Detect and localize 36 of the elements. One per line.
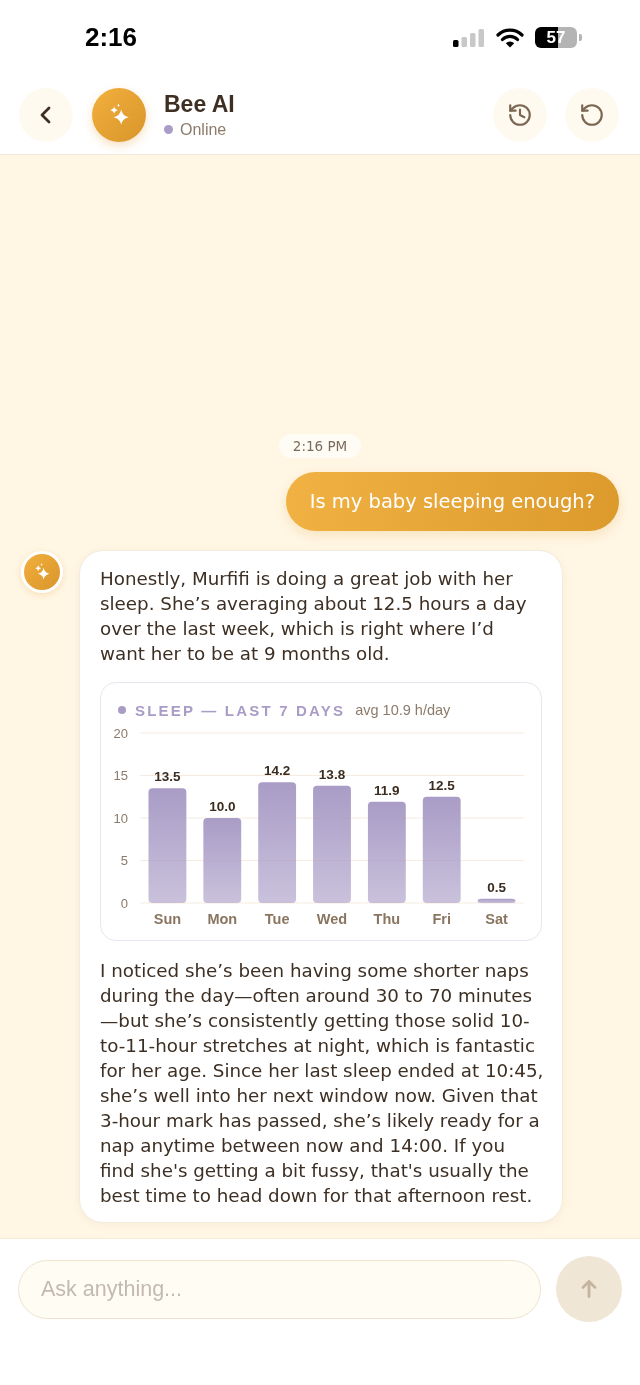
value-label: 13.5 xyxy=(154,769,181,785)
bar xyxy=(477,898,516,903)
signal-icon xyxy=(453,28,485,47)
y-tick-label: 10 xyxy=(113,810,128,826)
value-label: 12.5 xyxy=(428,777,455,793)
x-axis-label: Mon xyxy=(207,911,238,927)
online-status: Online xyxy=(180,120,227,139)
wifi-icon xyxy=(496,27,524,48)
chart-title: SLEEP — LAST 7 DAYS xyxy=(135,701,346,719)
message-text: I noticed she’s been having some shorter naps during the day—often around 30 to 70 minutes—but she’s consistently getting those solid 10-to-11-hour stretches at night, which is fantastic for her age. Since her last sleep ended at 10:45, she’s well into her next window now. Given that 3-hour mark has passed, she’s likely ready for a nap anytime between now and 14:00. If you find she's getting a bit fussy, that's usually the best time to head down for that afternoon rest. xyxy=(100,959,544,1208)
user-message-bubble: Is my baby sleeping enough? xyxy=(285,472,619,531)
refresh-icon xyxy=(579,101,605,128)
chat-title: Bee AI xyxy=(164,90,235,118)
status-dot-icon xyxy=(164,125,173,134)
y-tick-label: 0 xyxy=(120,895,128,911)
timestamp: 2:16 PM xyxy=(278,434,362,458)
value-label: 11.9 xyxy=(374,782,400,798)
y-tick-label: 15 xyxy=(113,768,128,783)
value-label: 14.2 xyxy=(264,763,291,779)
message-text: Honestly, Murfifi is doing a great job with her sleep. She’s averaging about 12.5 hours a day over the last week, which is right where I’d want her to be at 9 months old. xyxy=(100,567,528,666)
history-icon xyxy=(507,101,533,128)
x-axis-label: Sun xyxy=(153,911,182,927)
legend-dot-icon xyxy=(118,706,126,714)
status-time: 2:16 xyxy=(85,22,138,53)
value-label: 13.8 xyxy=(318,766,346,782)
y-tick-label: 5 xyxy=(120,853,128,868)
chart-average: avg 10.9 h/day xyxy=(355,702,451,718)
value-label: 10.0 xyxy=(209,799,236,814)
x-axis-label: Wed xyxy=(316,911,348,927)
y-tick-label: 20 xyxy=(113,725,128,741)
x-axis-label: Sat xyxy=(485,911,508,927)
x-axis-label: Tue xyxy=(264,911,290,927)
message-input[interactable]: Ask anything... xyxy=(18,1259,541,1319)
value-label: 0.5 xyxy=(487,879,506,895)
x-axis-label: Fri xyxy=(432,911,451,927)
x-axis-label: Thu xyxy=(373,911,401,927)
